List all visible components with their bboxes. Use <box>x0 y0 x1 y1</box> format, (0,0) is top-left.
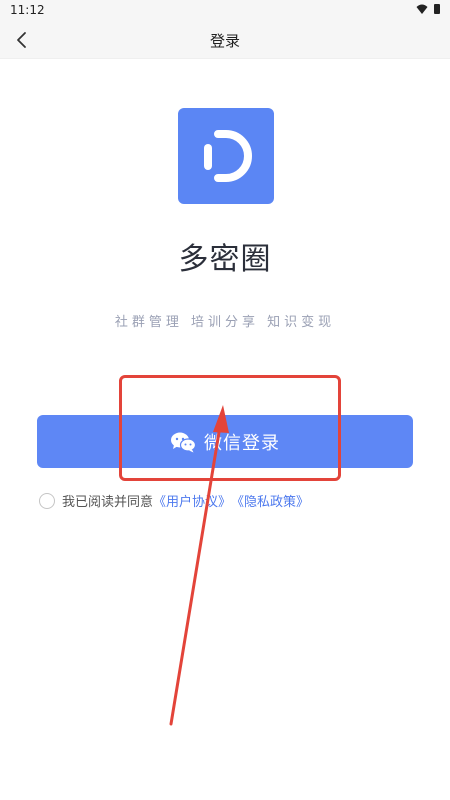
agreement-checkbox[interactable] <box>39 492 55 509</box>
app-logo-d-icon <box>204 130 252 182</box>
status-time: 11:12 <box>10 3 45 17</box>
user-agreement-link[interactable]: 《用户协议》 <box>153 491 231 510</box>
annotation-highlight-box <box>119 375 341 481</box>
app-logo <box>178 108 274 204</box>
page-title: 登录 <box>209 32 240 50</box>
wifi-icon <box>416 4 428 14</box>
status-icons <box>416 3 440 15</box>
privacy-policy-link[interactable]: 《隐私政策》 <box>231 491 309 510</box>
battery-icon <box>434 4 440 14</box>
app-name: 多密圈 <box>178 242 272 277</box>
agreement-row: 我已阅读并同意 《用户协议》 《隐私政策》 <box>39 491 309 510</box>
app-slogan: 社群管理 培训分享 知识变现 <box>114 315 336 330</box>
app-bar: 登录 <box>0 22 450 59</box>
agreement-text: 我已阅读并同意 <box>62 495 154 510</box>
status-bar: 11:12 <box>0 0 450 22</box>
